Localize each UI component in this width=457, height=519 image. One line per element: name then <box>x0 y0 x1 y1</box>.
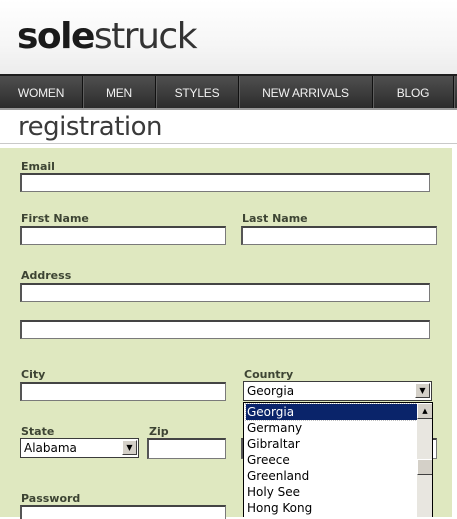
brand-logo[interactable]: solestruck <box>17 16 198 57</box>
address-label: Address <box>21 269 72 282</box>
nav-item-blog[interactable]: BLOG <box>373 76 454 108</box>
scroll-up-icon[interactable]: ▲ <box>417 403 432 419</box>
country-option[interactable]: Germany <box>246 420 417 436</box>
state-selected-value: Alabama <box>24 441 77 455</box>
last-name-field[interactable] <box>241 226 437 245</box>
country-option[interactable]: Georgia <box>245 403 418 421</box>
last-name-label: Last Name <box>242 212 308 225</box>
nav-item-styles[interactable]: STYLES <box>156 76 239 108</box>
scrollbar-thumb[interactable] <box>417 459 432 475</box>
nav-item-women[interactable]: WOMEN <box>0 76 83 108</box>
email-field[interactable] <box>20 173 430 192</box>
chevron-down-icon[interactable]: ▼ <box>415 383 430 398</box>
nav-item-men[interactable]: MEN <box>83 76 156 108</box>
state-select[interactable]: Alabama ▼ <box>20 438 139 458</box>
first-name-label: First Name <box>21 212 89 225</box>
email-label: Email <box>21 160 55 173</box>
first-name-field[interactable] <box>20 226 226 245</box>
page-title: registration <box>18 112 163 142</box>
zip-label: Zip <box>149 425 169 438</box>
country-option[interactable]: Hong Kong <box>246 500 417 516</box>
city-label: City <box>21 368 46 381</box>
address-line1-field[interactable] <box>20 283 430 302</box>
logo-light-text: struck <box>93 16 198 57</box>
site-header: solestruck <box>0 0 457 74</box>
main-nav: WOMEN MEN STYLES NEW ARRIVALS BLOG <box>0 74 457 110</box>
state-label: State <box>21 425 55 438</box>
country-select[interactable]: Georgia ▼ <box>243 381 432 401</box>
address-line2-field[interactable] <box>20 320 430 339</box>
logo-bold-text: sole <box>17 16 95 57</box>
country-option[interactable]: Greece <box>246 452 417 468</box>
dropdown-scrollbar[interactable]: ▲ <box>417 403 432 517</box>
title-divider <box>0 143 457 144</box>
country-option[interactable]: Holy See <box>246 484 417 500</box>
country-option[interactable]: Gibraltar <box>246 436 417 452</box>
country-option[interactable]: Greenland <box>246 468 417 484</box>
nav-item-new-arrivals[interactable]: NEW ARRIVALS <box>239 76 373 108</box>
chevron-down-icon[interactable]: ▼ <box>122 440 137 455</box>
password-label: Password <box>21 492 81 505</box>
city-field[interactable] <box>20 382 226 401</box>
country-selected-value: Georgia <box>247 384 295 398</box>
zip-field[interactable] <box>147 438 226 459</box>
country-dropdown-list[interactable]: Georgia Germany Gibraltar Greece Greenla… <box>243 402 433 517</box>
country-label: Country <box>244 368 294 381</box>
